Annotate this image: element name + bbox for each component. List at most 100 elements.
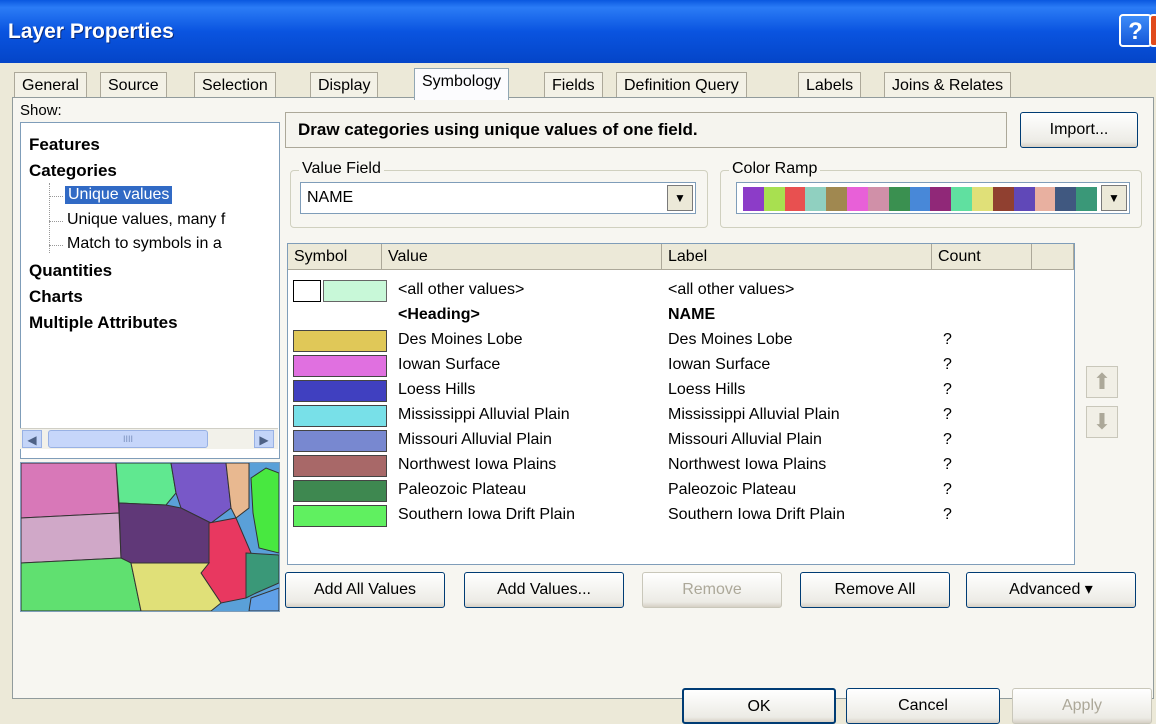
tab-selection[interactable]: Selection [194, 72, 276, 99]
symbol-swatch[interactable] [293, 505, 387, 527]
tree-item-multiple-attributes[interactable]: Multiple Attributes [29, 313, 178, 333]
tab-fields[interactable]: Fields [544, 72, 603, 99]
advanced-button[interactable]: Advanced ▾ [966, 572, 1136, 608]
tree-item-match-symbols[interactable]: Match to symbols in a [67, 235, 222, 253]
color-ramp-swatch [826, 187, 848, 211]
heading-value: <Heading> [398, 306, 480, 323]
row-count: ? [943, 381, 952, 398]
row-value: Missouri Alluvial Plain [398, 431, 552, 448]
value-field-select[interactable]: NAME ▼ [300, 182, 696, 214]
table-row[interactable]: Northwest Iowa Plains Northwest Iowa Plai… [288, 453, 1074, 479]
table-row[interactable]: Missouri Alluvial Plain Missouri Alluvial… [288, 428, 1074, 454]
symbol-swatch[interactable] [293, 330, 387, 352]
apply-button[interactable]: Apply [1012, 688, 1152, 724]
symbol-table[interactable]: Symbol Value Label Count <all other valu… [287, 243, 1075, 565]
color-ramp-swatch [992, 187, 1014, 211]
color-ramp-swatch [743, 187, 764, 211]
cancel-button[interactable]: Cancel [846, 688, 1000, 724]
table-row-all-other[interactable]: <all other values> <all other values> [288, 278, 1074, 304]
value-field-value: NAME [307, 189, 354, 206]
row-label: Southern Iowa Drift Plain [668, 506, 845, 523]
table-row[interactable]: Loess Hills Loess Hills? [288, 378, 1074, 404]
tab-display[interactable]: Display [310, 72, 379, 99]
tree-item-quantities[interactable]: Quantities [29, 261, 112, 281]
tab-definition-query[interactable]: Definition Query [616, 72, 747, 99]
row-count: ? [943, 506, 952, 523]
close-button[interactable]: X [1149, 14, 1156, 47]
tree-horizontal-scrollbar[interactable]: ◀ IIII ▶ [20, 428, 278, 449]
chevron-down-icon[interactable]: ▼ [667, 185, 693, 211]
symbol-swatch[interactable] [323, 280, 387, 302]
row-value: Southern Iowa Drift Plain [398, 506, 575, 523]
tree-connector [49, 183, 50, 253]
tree-item-unique-values[interactable]: Unique values [65, 186, 173, 204]
table-row[interactable]: Iowan Surface Iowan Surface? [288, 353, 1074, 379]
move-down-icon[interactable]: ⬇ [1086, 406, 1118, 438]
renderer-description: Draw categories using unique values of o… [285, 112, 1007, 148]
renderer-tree[interactable]: Features Categories Unique values Unique… [20, 122, 280, 459]
value-field-legend: Value Field [299, 160, 384, 178]
column-header-filler [1032, 244, 1074, 270]
tree-connector [49, 245, 63, 246]
row-value: Iowan Surface [398, 356, 501, 373]
color-ramp-legend: Color Ramp [729, 160, 821, 178]
table-row[interactable]: Mississippi Alluvial Plain Mississippi Al… [288, 403, 1074, 429]
title-bar: Layer Properties ? X [0, 0, 1156, 63]
import-button[interactable]: Import... [1020, 112, 1138, 148]
table-row[interactable]: Des Moines Lobe Des Moines Lobe? [288, 328, 1074, 354]
help-icon: ? [1128, 18, 1143, 45]
row-label: Loess Hills [668, 381, 746, 398]
ok-button[interactable]: OK [682, 688, 836, 724]
symbol-swatch[interactable] [293, 380, 387, 402]
row-count: ? [943, 406, 952, 423]
row-value: Loess Hills [398, 381, 476, 398]
tab-labels[interactable]: Labels [798, 72, 862, 99]
symbol-swatch[interactable] [293, 430, 387, 452]
tree-item-charts[interactable]: Charts [29, 287, 83, 307]
row-label: Missouri Alluvial Plain [668, 431, 822, 448]
table-row-heading[interactable]: <Heading> NAME [288, 303, 1074, 329]
checkbox[interactable] [293, 280, 321, 302]
column-header-value[interactable]: Value [382, 244, 662, 270]
color-ramp-swatch [867, 187, 889, 211]
row-count: ? [943, 456, 952, 473]
window-title: Layer Properties [8, 20, 174, 43]
tree-item-features[interactable]: Features [29, 135, 100, 155]
scroll-left-icon[interactable]: ◀ [22, 430, 42, 448]
color-ramp-swatch [951, 187, 973, 211]
table-row[interactable]: Southern Iowa Drift Plain Southern Iowa D… [288, 503, 1074, 529]
color-ramp-select[interactable]: ▼ [736, 182, 1130, 214]
help-button[interactable]: ? [1119, 14, 1152, 47]
row-label: Des Moines Lobe [668, 331, 793, 348]
tab-symbology[interactable]: Symbology [414, 68, 510, 100]
remove-button[interactable]: Remove [642, 572, 782, 608]
heading-label: NAME [668, 306, 716, 323]
color-ramp-swatch [972, 187, 994, 211]
row-value: Paleozoic Plateau [398, 481, 527, 498]
tree-item-categories[interactable]: Categories [29, 161, 117, 181]
column-header-symbol[interactable]: Symbol [288, 244, 382, 270]
tab-joins-relates[interactable]: Joins & Relates [884, 72, 1012, 99]
column-header-count[interactable]: Count [932, 244, 1032, 270]
symbol-swatch[interactable] [293, 480, 387, 502]
row-label: Northwest Iowa Plains [668, 456, 827, 473]
color-ramp-swatch [1034, 187, 1056, 211]
scroll-thumb[interactable]: IIII [48, 430, 208, 448]
tab-source[interactable]: Source [100, 72, 167, 99]
symbol-swatch[interactable] [293, 355, 387, 377]
symbol-swatch[interactable] [293, 455, 387, 477]
table-row[interactable]: Paleozoic Plateau Paleozoic Plateau? [288, 478, 1074, 504]
remove-all-button[interactable]: Remove All [800, 572, 950, 608]
column-header-label[interactable]: Label [662, 244, 932, 270]
row-value: Northwest Iowa Plains [398, 456, 557, 473]
symbol-swatch[interactable] [293, 405, 387, 427]
row-value: <all other values> [398, 281, 525, 298]
chevron-down-icon[interactable]: ▼ [1101, 185, 1127, 211]
add-values-button[interactable]: Add Values... [464, 572, 624, 608]
tab-general[interactable]: General [14, 72, 87, 99]
move-up-icon[interactable]: ⬆ [1086, 366, 1118, 398]
tree-item-unique-values-many[interactable]: Unique values, many f [67, 211, 225, 229]
scroll-right-icon[interactable]: ▶ [254, 430, 274, 448]
add-all-values-button[interactable]: Add All Values [285, 572, 445, 608]
row-label: <all other values> [668, 281, 795, 298]
